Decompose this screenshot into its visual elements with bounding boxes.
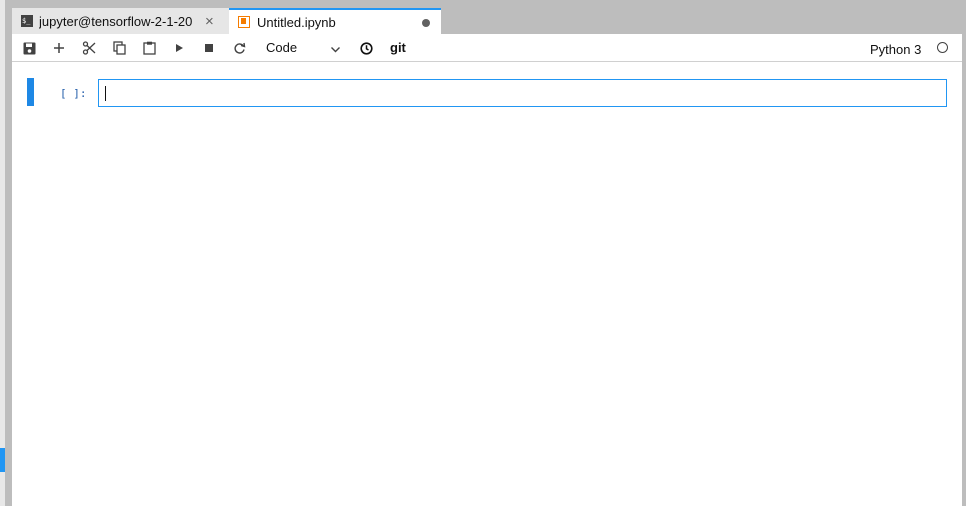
left-sidebar-strip [0,0,5,506]
code-cell-input[interactable] [98,79,947,107]
clock-icon[interactable] [357,39,375,57]
tab-bar: $_ jupyter@tensorflow-2-1-20 × Untitled.… [5,0,966,34]
chevron-down-icon[interactable] [330,42,341,60]
cell-prompt: [ ]: [60,87,87,100]
stop-icon[interactable] [200,39,218,57]
add-cell-icon[interactable] [50,39,68,57]
tab-notebook[interactable]: Untitled.ipynb [229,8,441,34]
kernel-status-icon [937,42,948,53]
active-cell-indicator[interactable] [27,78,34,106]
cut-icon[interactable] [80,39,98,57]
notebook-icon [238,16,250,28]
run-icon[interactable] [170,39,188,57]
notebook-panel: Code git Python 3 [ ]: [12,34,962,506]
notebook-toolbar: Code git Python 3 [12,34,962,62]
copy-icon[interactable] [110,39,128,57]
restart-icon[interactable] [230,39,248,57]
git-button[interactable]: git [390,40,406,55]
unsaved-indicator-icon[interactable] [422,19,430,27]
cell-type-select[interactable]: Code [266,40,297,55]
terminal-icon: $_ [21,15,33,27]
kernel-name[interactable]: Python 3 [870,42,921,57]
close-icon[interactable]: × [205,14,214,29]
left-sidebar-accent[interactable] [0,448,5,472]
save-icon[interactable] [20,39,38,57]
tab-terminal[interactable]: $_ jupyter@tensorflow-2-1-20 × [12,8,229,34]
text-cursor [105,86,106,101]
tab-notebook-label: Untitled.ipynb [257,14,336,30]
paste-icon[interactable] [140,39,158,57]
tab-terminal-label: jupyter@tensorflow-2-1-20 [39,13,193,29]
